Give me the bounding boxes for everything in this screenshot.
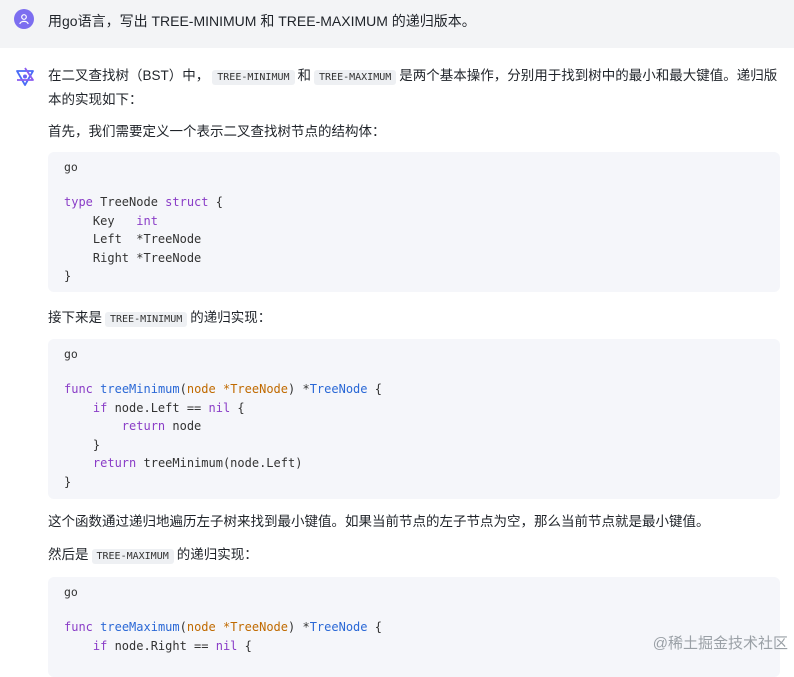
max-text-2: 的递归实现： bbox=[176, 547, 258, 562]
user-avatar bbox=[14, 9, 34, 29]
struct-paragraph: 首先，我们需要定义一个表示二叉查找树节点的结构体： bbox=[48, 124, 386, 139]
code-line: } bbox=[64, 437, 101, 452]
user-message-text: 用go语言，写出 TREE-MINIMUM 和 TREE-MAXIMUM 的递归… bbox=[48, 13, 476, 29]
code-content-tree-maximum[interactable]: func treeMaximum(node *TreeNode) *TreeNo… bbox=[64, 618, 382, 655]
code-language-label: go bbox=[64, 160, 78, 174]
code-line: } bbox=[64, 269, 72, 283]
code-block-struct: go type TreeNode struct { Key int Left *… bbox=[48, 152, 780, 292]
code-content-struct[interactable]: type TreeNode struct { Key int Left *Tre… bbox=[64, 193, 223, 286]
explain-paragraph: 这个函数通过递归地遍历左子树来找到最小键值。如果当前节点的左子节点为空，那么当前… bbox=[48, 514, 710, 529]
inline-code-tree-maximum: TREE-MAXIMUM bbox=[91, 549, 174, 564]
code-content-tree-minimum[interactable]: func treeMinimum(node *TreeNode) *TreeNo… bbox=[64, 380, 382, 491]
code-line: if node.Left == nil { bbox=[92, 400, 245, 415]
min-text-2: 的递归实现： bbox=[190, 310, 272, 325]
code-line: func treeMaximum(node *TreeNode) *TreeNo… bbox=[64, 620, 382, 634]
max-paragraph: 然后是 TREE-MAXIMUM 的递归实现： bbox=[48, 544, 258, 568]
intro-paragraph: 在二叉查找树（BST）中， TREE-MINIMUM 和 TREE-MAXIMUM 是两… bbox=[48, 65, 784, 111]
code-line: type TreeNode struct { bbox=[64, 195, 223, 209]
user-icon bbox=[19, 14, 29, 25]
inline-code-tree-minimum: TREE-MINIMUM bbox=[105, 312, 188, 327]
code-line: } bbox=[64, 474, 72, 489]
inline-code-tree-maximum: TREE-MAXIMUM bbox=[314, 70, 397, 85]
inline-code-tree-minimum: TREE-MINIMUM bbox=[212, 70, 295, 85]
code-line: Right *TreeNode bbox=[64, 250, 202, 265]
code-line: Key int bbox=[64, 213, 158, 228]
assistant-message-row: 在二叉查找树（BST）中， TREE-MINIMUM 和 TREE-MAXIMUM 是两… bbox=[0, 48, 794, 677]
code-language-label: go bbox=[64, 347, 78, 361]
watermark: @稀土掘金技术社区 bbox=[652, 635, 788, 652]
code-line: Left *TreeNode bbox=[64, 232, 202, 246]
intro-text-2: 和 bbox=[297, 68, 312, 83]
min-paragraph: 接下来是 TREE-MINIMUM 的递归实现： bbox=[48, 307, 271, 331]
code-line: if node.Right == nil { bbox=[92, 638, 252, 653]
user-message-row: 用go语言，写出 TREE-MINIMUM 和 TREE-MAXIMUM 的递归… bbox=[0, 0, 794, 48]
min-text-1: 接下来是 bbox=[48, 310, 102, 325]
assistant-logo-icon bbox=[16, 67, 34, 86]
code-line: return treeMinimum(node.Left) bbox=[92, 456, 303, 470]
max-text-1: 然后是 bbox=[48, 547, 89, 562]
code-block-tree-minimum: go func treeMinimum(node *TreeNode) *Tre… bbox=[48, 339, 780, 499]
code-language-label: go bbox=[64, 585, 78, 599]
code-line: return node bbox=[121, 419, 202, 433]
intro-text-1: 在二叉查找树（BST）中， bbox=[48, 68, 210, 83]
code-block-tree-maximum: go func treeMaximum(node *TreeNode) *Tre… bbox=[48, 577, 780, 677]
code-line: func treeMinimum(node *TreeNode) *TreeNo… bbox=[64, 382, 382, 396]
